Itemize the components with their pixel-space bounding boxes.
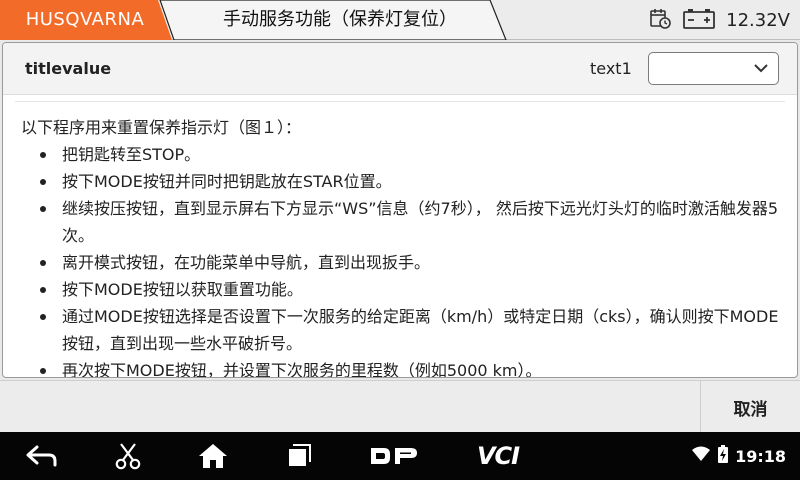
instructions-intro: 以下程序用来重置保养指示灯（图１）： [21,118,302,137]
step-item: 按下MODE按钮并同时把钥匙放在STAR位置。 [21,168,781,195]
voltage-readout: 12.32V [726,9,790,31]
system-nav-bar: VCI 19:18 [0,432,800,480]
battery-icon [717,445,729,467]
back-icon[interactable] [22,432,62,480]
step-item: 离开模式按钮，在功能菜单中导航，直到出现扳手。 [21,249,781,276]
option-select[interactable] [648,52,779,85]
content-card: titlevalue text1 以下程序用来重置保养指示灯（图１）： 把钥匙转… [2,42,798,378]
card-header: titlevalue text1 [3,43,797,95]
step-item: 按下MODE按钮以获取重置功能。 [21,276,781,303]
car-battery-icon [682,6,716,34]
step-item: 通过MODE按钮选择是否设置下一次服务的给定距离（km/h）或特定日期（cks）… [21,303,781,357]
page-title: 手动服务功能（保养灯复位） [223,9,457,30]
vci-icon[interactable]: VCI [466,432,530,480]
home-icon[interactable] [193,432,233,480]
vci-label: VCI [476,442,520,470]
cancel-button[interactable]: 取消 [700,381,800,433]
action-bar: 取消 [0,380,800,433]
calendar-clock-icon [648,6,672,34]
chevron-down-icon [752,60,770,80]
step-item: 再次按下MODE按钮，并设置下次服务的里程数（例如5000 km）。 [21,357,781,377]
recent-apps-icon[interactable] [278,432,318,480]
instructions: 以下程序用来重置保养指示灯（图１）： 把钥匙转至STOP。 按下MODE按钮并同… [21,114,781,377]
system-status: 19:18 [691,432,786,480]
card-title: titlevalue [25,59,112,78]
scissors-icon[interactable] [108,432,148,480]
wifi-icon [691,446,711,466]
steps-list: 把钥匙转至STOP。 按下MODE按钮并同时把钥匙放在STAR位置。 继续按压按… [21,141,781,377]
content-divider [15,101,785,102]
clock: 19:18 [735,446,786,466]
step-item: 把钥匙转至STOP。 [21,141,781,168]
select-label: text1 [590,59,632,78]
step-item: 继续按压按钮，直到显示屏右下方显示“WS”信息（约7秒）， 然后按下远光灯头灯的… [21,195,781,249]
dp-icon[interactable] [364,432,424,480]
brand-label[interactable]: HUSQVARNA [0,0,170,40]
title-bar: HUSQVARNA 手动服务功能（保养灯复位） 12.32V [0,0,800,40]
